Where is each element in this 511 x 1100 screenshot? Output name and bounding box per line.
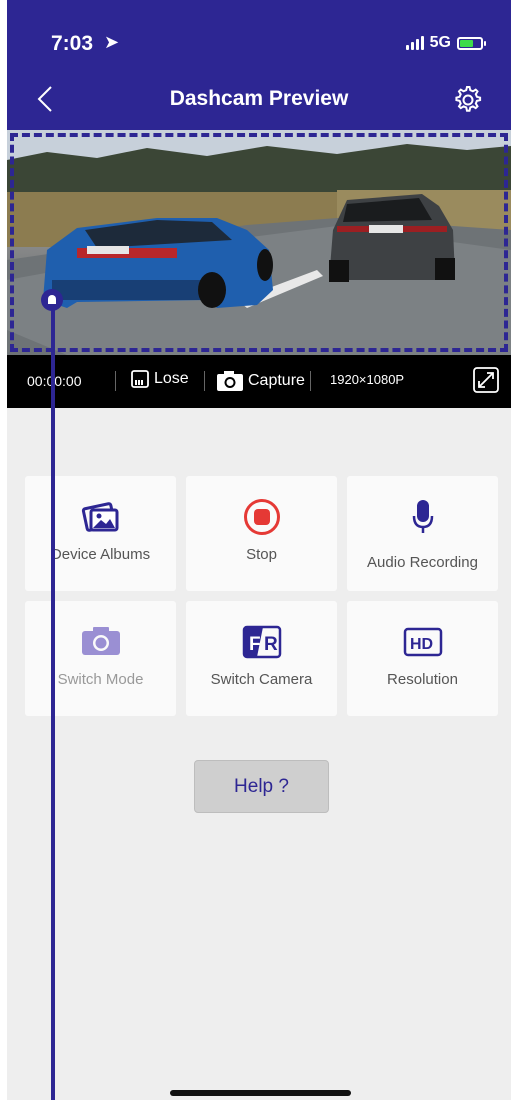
callout-line	[51, 300, 55, 1100]
stop-button[interactable]: Stop	[186, 476, 337, 591]
switch-camera-button[interactable]: F R Switch Camera	[186, 601, 337, 716]
capture-label: Capture	[248, 372, 305, 389]
hd-icon: HD	[403, 627, 442, 657]
app-screen: 7:03 ➤ 5G Dashcam Preview Lose Capture 1…	[7, 0, 511, 1100]
location-arrow-icon: ➤	[104, 32, 120, 52]
albums-icon	[81, 502, 118, 532]
preview-image	[7, 130, 511, 355]
tile-label: Switch Mode	[57, 671, 144, 688]
lose-label: Lose	[154, 370, 189, 387]
top-bar: 7:03 ➤ 5G Dashcam Preview	[7, 0, 511, 130]
status-time: 7:03	[51, 32, 94, 55]
action-grid: Device Albums Stop Audio Recording Switc…	[25, 476, 499, 716]
divider	[115, 371, 116, 391]
card-icon	[131, 370, 149, 388]
svg-text:R: R	[264, 634, 278, 655]
signal-icon	[405, 36, 424, 50]
battery-icon	[457, 36, 486, 50]
capture-button[interactable]: Capture	[216, 370, 305, 392]
callout-marker	[41, 289, 63, 311]
audio-recording-button[interactable]: Audio Recording	[347, 476, 498, 591]
home-indicator	[170, 1090, 351, 1096]
svg-text:HD: HD	[410, 636, 433, 653]
tile-label: Audio Recording	[367, 554, 478, 571]
divider	[310, 371, 311, 391]
switch-mode-button[interactable]: Switch Mode	[25, 601, 176, 716]
preview-control-bar: 00:00:00 Lose Capture 1920×1080P	[7, 355, 511, 408]
stop-record-icon	[243, 499, 280, 535]
resolution-button[interactable]: HD Resolution	[347, 601, 498, 716]
camera-preview[interactable]	[7, 130, 511, 355]
help-button[interactable]: Help ?	[194, 760, 329, 813]
camera-mode-icon	[81, 627, 120, 655]
svg-text:F: F	[249, 634, 261, 655]
tile-label: Stop	[246, 546, 277, 563]
tile-label: Device Albums	[50, 546, 151, 563]
network-label: 5G	[429, 34, 451, 51]
status-indicators: 5G	[405, 34, 486, 52]
lose-button[interactable]: Lose	[131, 370, 189, 388]
microphone-icon	[412, 500, 433, 533]
front-rear-icon: F R	[242, 625, 281, 659]
device-albums-button[interactable]: Device Albums	[25, 476, 176, 591]
gear-icon[interactable]	[451, 84, 483, 116]
tile-label: Switch Camera	[210, 671, 313, 688]
divider	[204, 371, 205, 391]
page-title: Dashcam Preview	[169, 87, 349, 110]
resolution-readout: 1920×1080P	[330, 372, 405, 387]
tile-label: Resolution	[387, 671, 458, 688]
fullscreen-icon[interactable]	[473, 367, 499, 393]
camera-icon	[217, 371, 243, 391]
